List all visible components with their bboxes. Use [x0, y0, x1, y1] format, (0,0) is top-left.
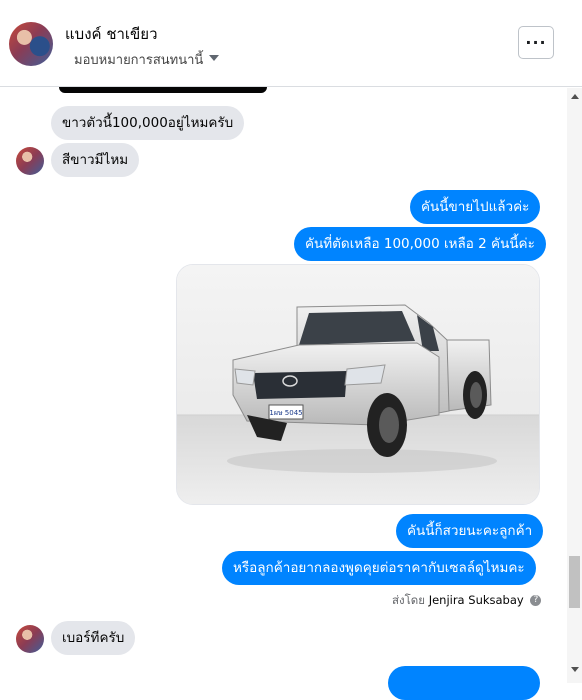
contact-avatar-small[interactable]: [16, 625, 44, 653]
scroll-down-arrow-icon[interactable]: [571, 667, 579, 672]
more-options-button[interactable]: ···: [518, 26, 554, 59]
message-bubble-outgoing: หรือลูกค้าอยากลองพูดคุยต่อราคากับเซลล์ดู…: [222, 551, 536, 585]
message-bubble-outgoing: คันนี้ก็สวยนะคะลูกค้า: [396, 514, 544, 548]
sent-by-label: ส่งโดย Jenjira Suksabay ?: [392, 592, 542, 610]
message-image-truck[interactable]: 1ผษ 5045: [176, 264, 540, 505]
sent-by-name: Jenjira Suksabay: [428, 593, 524, 607]
sent-by-prefix: ส่งโดย: [392, 593, 426, 607]
svg-text:1ผษ 5045: 1ผษ 5045: [269, 409, 302, 417]
message-bubble-incoming: ขาวตัวนี้100,000อยู่ไหมครับ: [51, 106, 245, 140]
message-bubble-incoming: เบอร์ทีครับ: [51, 621, 136, 655]
previous-message-edge: [59, 87, 267, 93]
chevron-down-icon[interactable]: [209, 55, 219, 61]
message-bubble-incoming: สีขาวมีไหม: [51, 143, 140, 177]
assign-conversation-dropdown[interactable]: มอบหมายการสนทนานี้: [74, 49, 203, 70]
message-bubble-outgoing: คันนี้ขายไปแล้วค่ะ: [410, 190, 541, 224]
info-icon[interactable]: ?: [530, 595, 542, 606]
conversation-header: แบงค์ ชาเขียว มอบหมายการสนทนานี้ ···: [0, 0, 582, 87]
scrollbar-thumb[interactable]: [569, 556, 580, 608]
scroll-up-arrow-icon[interactable]: [571, 94, 579, 99]
contact-avatar-small[interactable]: [16, 147, 44, 175]
message-bubble-outgoing-partial: [388, 666, 540, 700]
contact-name[interactable]: แบงค์ ชาเขียว: [65, 22, 158, 46]
message-bubble-outgoing: คันที่ตัดเหลือ 100,000 เหลือ 2 คันนี้ค่ะ: [294, 227, 546, 261]
contact-avatar[interactable]: [9, 22, 53, 66]
